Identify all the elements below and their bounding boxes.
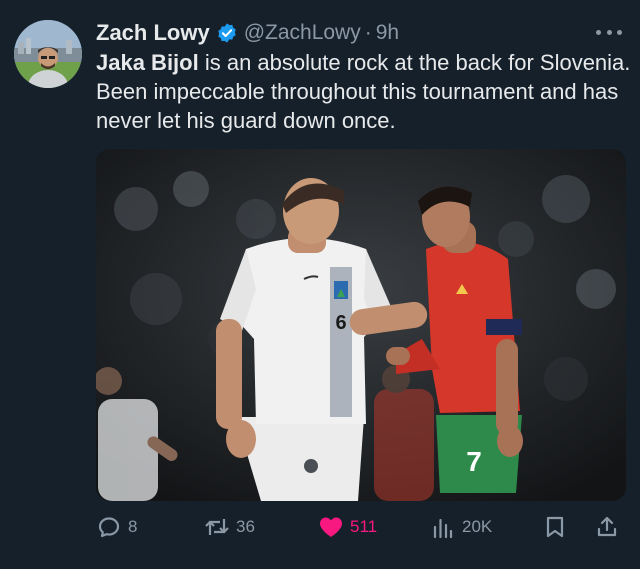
- views-icon: [430, 514, 456, 540]
- retweet-count: 36: [236, 517, 255, 536]
- reply-icon: [96, 514, 122, 540]
- share-button[interactable]: [594, 514, 620, 540]
- retweet-icon: [204, 514, 230, 540]
- bookmark-button[interactable]: [542, 514, 568, 540]
- tweet-photo[interactable]: 6 7: [96, 149, 626, 501]
- photo-illustration: 6 7: [96, 149, 626, 501]
- red-jersey-number: 7: [466, 446, 482, 477]
- reply-button[interactable]: 8: [96, 514, 137, 540]
- retweet-button[interactable]: 36: [204, 514, 255, 540]
- timestamp[interactable]: 9h: [376, 21, 399, 45]
- action-bar: 8 36 511 20K: [96, 510, 626, 546]
- like-icon: [318, 514, 344, 540]
- author-name[interactable]: Zach Lowy: [96, 20, 210, 46]
- like-count: 511: [350, 517, 378, 536]
- more-icon[interactable]: [596, 22, 622, 42]
- like-button[interactable]: 511: [318, 514, 377, 540]
- tweet[interactable]: Zach Lowy @ZachLowy · 9h Jaka Bijol is a…: [0, 0, 640, 569]
- share-icon: [594, 514, 620, 540]
- tweet-header: Zach Lowy @ZachLowy · 9h: [96, 16, 399, 50]
- views-button[interactable]: 20K: [430, 514, 492, 540]
- tweet-text: Jaka Bijol is an absolute rock at the ba…: [96, 48, 636, 135]
- header-separator: ·: [364, 21, 372, 44]
- views-count: 20K: [462, 517, 493, 536]
- reply-count: 8: [128, 517, 138, 536]
- author-handle[interactable]: @ZachLowy: [244, 21, 361, 45]
- tweet-text-bold: Jaka Bijol: [96, 50, 199, 75]
- avatar-image: [14, 20, 82, 88]
- bookmark-icon: [542, 514, 568, 540]
- verified-icon: [216, 22, 238, 44]
- white-jersey-number: 6: [335, 312, 346, 334]
- avatar[interactable]: [14, 20, 82, 88]
